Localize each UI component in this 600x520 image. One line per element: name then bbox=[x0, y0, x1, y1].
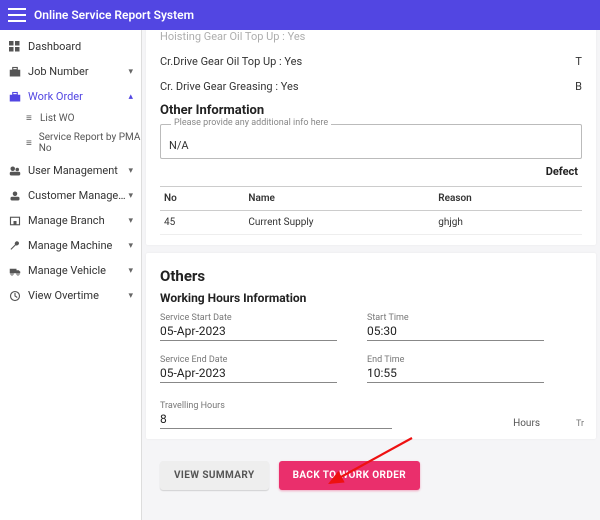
chevron-down-icon: ▾ bbox=[128, 266, 133, 276]
list-icon: ≡ bbox=[26, 113, 36, 124]
table-row: 45 Current Supply ghjgh bbox=[160, 211, 582, 235]
other-info-field: Please provide any additional info here … bbox=[160, 124, 582, 159]
app-title: Online Service Report System bbox=[34, 8, 194, 22]
sidebar-item-label: Manage Machine bbox=[28, 239, 128, 252]
other-info-legend: Please provide any additional info here bbox=[171, 118, 331, 128]
sidebar-item-label: Customer Management bbox=[28, 189, 128, 202]
chevron-down-icon: ▾ bbox=[128, 291, 133, 301]
chevron-down-icon: ▾ bbox=[128, 216, 133, 226]
chevron-down-icon: ▾ bbox=[128, 67, 133, 77]
hours-unit: Hours bbox=[513, 418, 540, 429]
crdrive-value: Yes bbox=[284, 55, 302, 68]
briefcase-icon bbox=[8, 91, 22, 103]
sidebar-item-label: Manage Vehicle bbox=[28, 264, 128, 277]
service-end-date-field[interactable]: Service End Date 05-Apr-2023 bbox=[160, 355, 337, 383]
chevron-down-icon: ▾ bbox=[128, 241, 133, 251]
sidebar-item-label: Manage Branch bbox=[28, 214, 128, 227]
sidebar-item-user-management[interactable]: User Management ▾ bbox=[0, 158, 141, 183]
chevron-up-icon: ▴ bbox=[128, 92, 133, 102]
back-to-work-order-button[interactable]: BACK TO WORK ORDER bbox=[279, 461, 421, 490]
briefcase-icon bbox=[8, 66, 22, 78]
sidebar-item-manage-vehicle[interactable]: Manage Vehicle ▾ bbox=[0, 258, 141, 283]
sidebar-sub-label: Service Report by PMA No bbox=[39, 132, 141, 154]
customer-icon bbox=[8, 190, 22, 202]
crdrive-grease-value: Yes bbox=[281, 80, 299, 93]
service-start-date-field[interactable]: Service Start Date 05-Apr-2023 bbox=[160, 313, 337, 341]
chevron-down-icon: ▾ bbox=[128, 166, 133, 176]
field-value: 05-Apr-2023 bbox=[160, 324, 337, 341]
app-header: Online Service Report System bbox=[0, 0, 600, 30]
tr-col-label: Tr bbox=[576, 419, 582, 429]
cell-name: Current Supply bbox=[244, 211, 434, 235]
field-label: Service Start Date bbox=[160, 313, 337, 323]
list-icon: ≡ bbox=[26, 138, 35, 149]
sidebar-sub-label: List WO bbox=[40, 113, 74, 124]
field-label: Travelling Hours bbox=[160, 401, 392, 411]
truck-icon bbox=[8, 265, 22, 277]
field-label: End Time bbox=[367, 355, 544, 365]
sidebar-sub-list-wo[interactable]: ≡ List WO bbox=[0, 109, 141, 128]
sidebar-item-manage-machine[interactable]: Manage Machine ▾ bbox=[0, 233, 141, 258]
sidebar-item-label: Dashboard bbox=[28, 40, 133, 53]
defects-col-reason: Reason bbox=[434, 187, 582, 211]
sidebar-item-label: Job Number bbox=[28, 65, 128, 78]
sidebar-item-view-overtime[interactable]: View Overtime ▾ bbox=[0, 283, 141, 308]
hamburger-icon[interactable] bbox=[8, 8, 26, 22]
field-value: 8 bbox=[160, 412, 392, 429]
action-buttons: VIEW SUMMARY BACK TO WORK ORDER bbox=[142, 447, 600, 508]
end-time-field[interactable]: End Time 10:55 bbox=[367, 355, 544, 383]
sidebar-item-job-number[interactable]: Job Number ▾ bbox=[0, 59, 141, 84]
defects-title: Defect bbox=[160, 159, 582, 180]
other-info-header: Other Information bbox=[160, 103, 582, 118]
crdrive-label: Cr.Drive Gear Oil Top Up : bbox=[160, 55, 282, 68]
branch-icon bbox=[8, 215, 22, 227]
clock-icon bbox=[8, 290, 22, 302]
details-card: Hoisting Gear Oil Top Up : Yes Cr.Drive … bbox=[146, 30, 596, 245]
crdrive-grease-right: B bbox=[575, 80, 582, 93]
main-content: Hoisting Gear Oil Top Up : Yes Cr.Drive … bbox=[142, 30, 600, 520]
dashboard-icon bbox=[8, 41, 22, 53]
crdrive-grease-label: Cr. Drive Gear Greasing : bbox=[160, 80, 278, 93]
crdrive-right: T bbox=[575, 55, 582, 68]
others-card: Others Working Hours Information Service… bbox=[146, 253, 596, 439]
field-label: Start Time bbox=[367, 313, 544, 323]
other-info-value: N/A bbox=[169, 139, 573, 152]
field-value: 10:55 bbox=[367, 366, 544, 383]
others-title: Others bbox=[160, 267, 582, 285]
cell-no: 45 bbox=[160, 211, 244, 235]
sidebar-item-label: Work Order bbox=[28, 90, 128, 103]
defects-col-no: No bbox=[160, 187, 244, 211]
chevron-down-icon: ▾ bbox=[128, 191, 133, 201]
sidebar-item-customer-management[interactable]: Customer Management ▾ bbox=[0, 183, 141, 208]
field-value: 05:30 bbox=[367, 324, 544, 341]
wrench-icon bbox=[8, 240, 22, 252]
users-icon bbox=[8, 165, 22, 177]
cell-reason: ghjgh bbox=[434, 211, 582, 235]
field-value: 05-Apr-2023 bbox=[160, 366, 337, 383]
hoisting-value: Yes bbox=[288, 30, 306, 43]
defects-col-name: Name bbox=[244, 187, 434, 211]
sidebar-item-label: View Overtime bbox=[28, 289, 128, 302]
sidebar-item-manage-branch[interactable]: Manage Branch ▾ bbox=[0, 208, 141, 233]
sidebar-item-work-order[interactable]: Work Order ▴ bbox=[0, 84, 141, 109]
sidebar-item-dashboard[interactable]: Dashboard bbox=[0, 34, 141, 59]
working-hours-header: Working Hours Information bbox=[160, 291, 582, 305]
travelling-hours-field[interactable]: Travelling Hours 8 bbox=[160, 401, 392, 429]
view-summary-button[interactable]: VIEW SUMMARY bbox=[160, 461, 269, 490]
field-label: Service End Date bbox=[160, 355, 337, 365]
start-time-field[interactable]: Start Time 05:30 bbox=[367, 313, 544, 341]
defects-table: No Name Reason 45 Current Supply ghjgh bbox=[160, 186, 582, 235]
sidebar-item-label: User Management bbox=[28, 164, 128, 177]
hoisting-label: Hoisting Gear Oil Top Up : bbox=[160, 30, 285, 43]
sidebar-sub-service-report[interactable]: ≡ Service Report by PMA No bbox=[0, 128, 141, 158]
sidebar: Dashboard Job Number ▾ Work Order ▴ ≡ Li… bbox=[0, 30, 142, 520]
